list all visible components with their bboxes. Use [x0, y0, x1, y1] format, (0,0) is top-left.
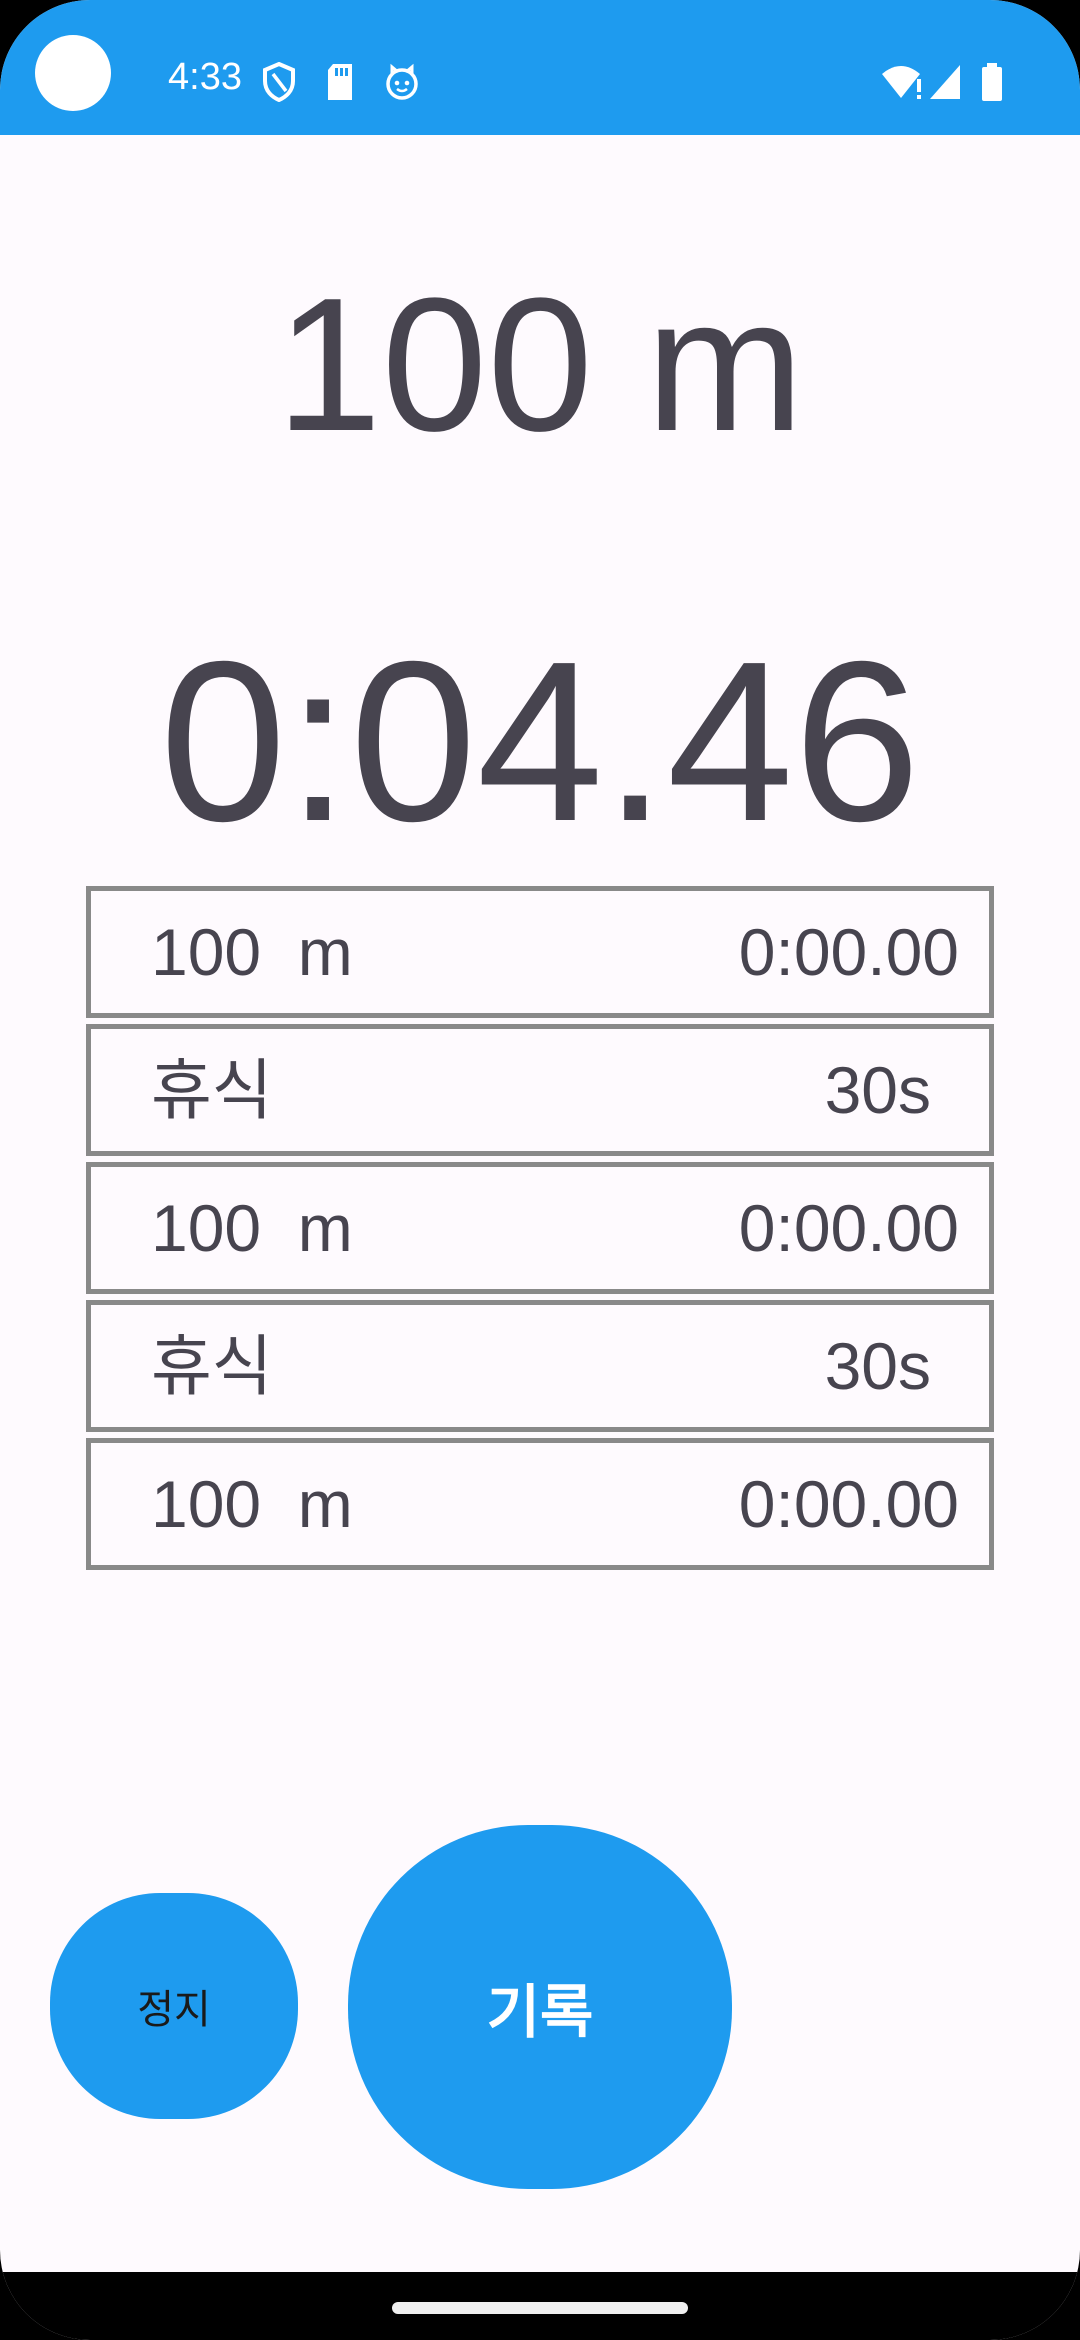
- status-bar: 4:33: [0, 0, 1080, 135]
- interval-row-rest: 휴식 30s: [86, 1300, 994, 1432]
- interval-time: 0:00.00: [738, 1191, 959, 1265]
- timer-display: 0:04.46: [159, 615, 921, 869]
- interval-label: 휴식: [151, 1329, 273, 1403]
- battery-icon: [982, 63, 1002, 101]
- interval-row-swim: 100 m 0:00.00: [86, 1438, 994, 1570]
- interval-label: 휴식: [151, 1053, 273, 1127]
- interval-list: 100 m 0:00.00 휴식 30s 100 m 0:00.00 휴식 30…: [86, 886, 994, 1576]
- stop-button[interactable]: 정지: [50, 1893, 298, 2119]
- rest-duration: 30s: [824, 1329, 931, 1403]
- shield-icon: [263, 62, 295, 102]
- interval-time: 0:00.00: [738, 1467, 959, 1541]
- record-lap-button[interactable]: 기록: [348, 1825, 732, 2189]
- app-screen: 4:33 100 m 0:04.46 100 m 0:00.00 휴식 30s …: [0, 0, 1080, 2340]
- status-time: 4:33: [168, 56, 242, 98]
- interval-time: 0:00.00: [738, 915, 959, 989]
- distance-display: 100 m: [275, 259, 805, 471]
- wifi-alert-icon: [882, 66, 921, 99]
- interval-label: 100 m: [151, 915, 353, 989]
- rest-duration: 30s: [824, 1053, 931, 1127]
- interval-label: 100 m: [151, 1191, 353, 1265]
- interval-row-swim: 100 m 0:00.00: [86, 1162, 994, 1294]
- camera-cutout: [35, 35, 111, 111]
- cat-icon: [386, 63, 418, 100]
- signal-icon: [930, 65, 960, 99]
- sdcard-icon: [328, 64, 352, 100]
- interval-row-swim: 100 m 0:00.00: [86, 886, 994, 1018]
- home-gesture-handle[interactable]: [392, 2302, 688, 2314]
- interval-row-rest: 휴식 30s: [86, 1024, 994, 1156]
- interval-label: 100 m: [151, 1467, 353, 1541]
